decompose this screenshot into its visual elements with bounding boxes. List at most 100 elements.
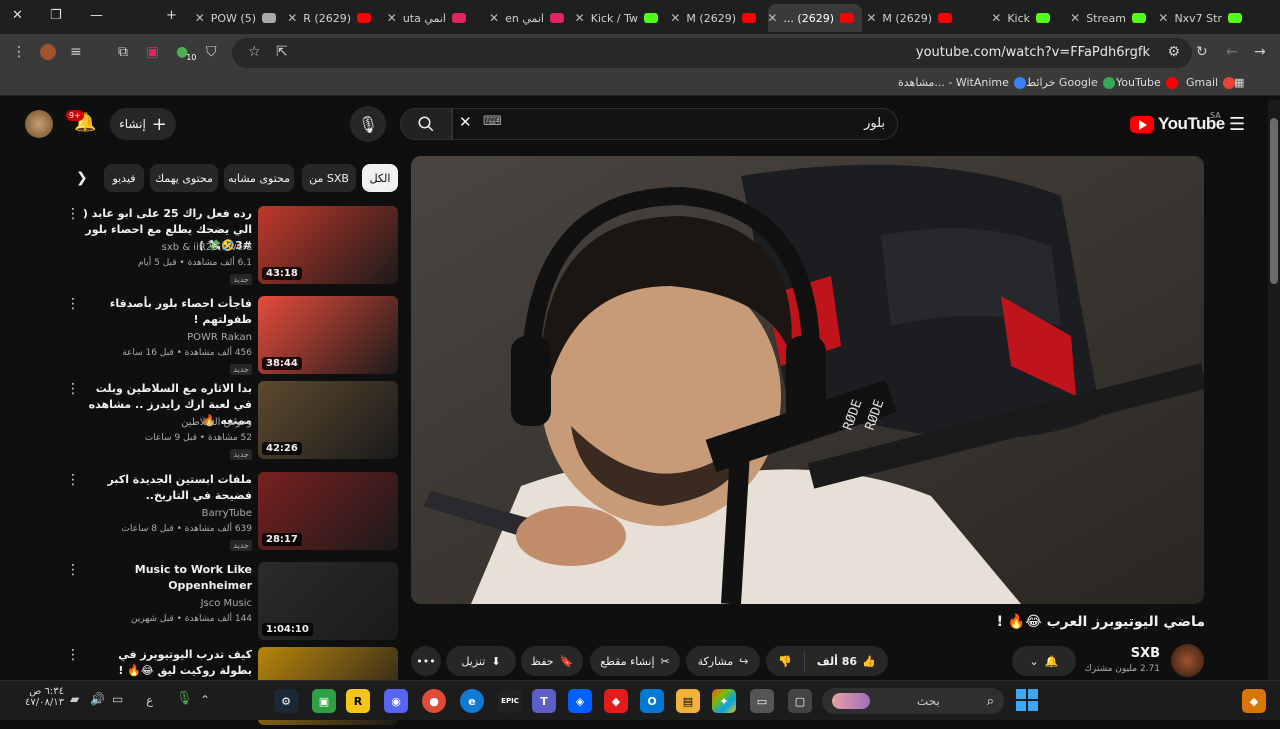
more-vert-icon[interactable]: ⋮: [66, 381, 80, 397]
filter-chip[interactable]: محتوى مشابه: [224, 164, 294, 192]
chrome-icon[interactable]: ●: [422, 689, 446, 713]
edge-icon[interactable]: e: [460, 689, 484, 713]
all-bookmarks-icon[interactable]: ▦: [1234, 76, 1244, 89]
close-tab-icon[interactable]: ✕: [195, 11, 205, 25]
video-thumbnail[interactable]: 38:44: [258, 296, 398, 374]
recommendation-item[interactable]: 38:44 فاجأت احصاء بلور بأصدقاء طفولتهم ! ⋮…: [60, 296, 400, 378]
bookmark-item[interactable]: YouTube: [1116, 76, 1178, 89]
app-icon-green[interactable]: ▣: [312, 689, 336, 713]
restore-window-icon[interactable]: ❐: [50, 8, 62, 23]
save-button[interactable]: 🔖 حفظ: [521, 646, 583, 676]
browser-tab[interactable]: انمي uta ✕: [380, 4, 474, 32]
search-button[interactable]: [400, 108, 452, 140]
recommendation-item[interactable]: 28:17 ملفات ابستين الجديدة اكبر فضيحة في …: [60, 472, 400, 554]
bookmark-item[interactable]: مشاهدة... - WitAnime: [898, 76, 1026, 89]
recommendation-title[interactable]: ملفات ابستين الجديدة اكبر فضيحة في التار…: [82, 472, 252, 504]
video-player[interactable]: RØDE RØDE: [411, 156, 1204, 604]
profile-avatar[interactable]: [40, 44, 56, 60]
close-tab-icon[interactable]: ✕: [866, 11, 876, 25]
taskbar-search[interactable]: بحث ⌕: [822, 688, 1004, 714]
filter-chip[interactable]: الكل: [362, 164, 398, 192]
video-thumbnail[interactable]: 28:17: [258, 472, 398, 550]
close-tab-icon[interactable]: ✕: [489, 11, 499, 25]
language-indicator[interactable]: ع: [146, 693, 153, 707]
bookmark-star-icon[interactable]: ☆: [248, 44, 261, 60]
network-icon[interactable]: ▭: [112, 692, 123, 706]
more-vert-icon[interactable]: ⋮: [66, 647, 80, 663]
close-tab-icon[interactable]: ✕: [1158, 11, 1168, 25]
outlook-icon[interactable]: O: [640, 689, 664, 713]
download-button[interactable]: ⬇ تنزيل: [446, 646, 516, 676]
battery-icon[interactable]: ▰: [70, 692, 79, 706]
recommendation-item[interactable]: 43:18 رده فعل راك 25 على ابو عابد ( الي ي…: [60, 206, 400, 288]
search-query[interactable]: بلور: [864, 116, 885, 131]
page-scrollbar[interactable]: [1268, 100, 1280, 680]
site-settings-icon[interactable]: ⚙: [1167, 44, 1180, 60]
recommendation-channel[interactable]: BarryTube: [202, 508, 252, 519]
menu-icon[interactable]: ⋮: [12, 44, 26, 60]
like-button[interactable]: 👍 86 ألف: [805, 655, 888, 668]
search-input[interactable]: بلور ⌨ ✕: [452, 108, 898, 140]
channel-name[interactable]: SXB: [1131, 646, 1160, 661]
minimize-window-icon[interactable]: —: [90, 8, 103, 23]
app-icon-yellow[interactable]: R: [346, 689, 370, 713]
video-thumbnail[interactable]: 1:04:10: [258, 562, 398, 640]
browser-tab[interactable]: Kick ✕: [964, 4, 1058, 32]
file-explorer-icon[interactable]: ▤: [676, 689, 700, 713]
extensions-icon[interactable]: ⧉: [118, 44, 128, 60]
copilot-icon[interactable]: ✦: [712, 689, 736, 713]
browser-tab[interactable]: (2629) ... ✕: [768, 4, 862, 32]
subscription-bell-button[interactable]: 🔔 ⌄: [1012, 646, 1076, 676]
recommendation-title[interactable]: فاجأت احصاء بلور بأصدقاء طفولتهم !: [82, 296, 252, 328]
microphone-tray-icon[interactable]: 🎙: [176, 691, 193, 706]
recommendation-title[interactable]: كيف تدرب اليوتيوبرز في بطولة روكيت ليق 😂…: [82, 647, 252, 679]
recommendation-item[interactable]: 1:04:10 Music to Work Like Oppenheimer ⋮ Js…: [60, 562, 400, 644]
browser-tab[interactable]: (2629) R ✕: [285, 4, 379, 32]
extension-icon[interactable]: ▣: [146, 44, 159, 60]
open-in-app-icon[interactable]: ⇱: [276, 44, 288, 60]
forward-icon[interactable]: ←: [1226, 44, 1238, 60]
shield-icon[interactable]: ⛉: [206, 44, 217, 60]
dropbox-icon[interactable]: ◈: [568, 689, 592, 713]
more-vert-icon[interactable]: ⋮: [66, 472, 80, 488]
close-tab-icon[interactable]: ✕: [768, 11, 777, 25]
voice-search-button[interactable]: 🎙: [350, 106, 386, 142]
keyboard-icon[interactable]: ⌨: [483, 114, 502, 129]
recommendation-item[interactable]: 42:26 بدا الاثاره مع السلاطين وبلت في لعب…: [60, 381, 400, 463]
recommendation-channel[interactable]: Jsco Music: [201, 598, 252, 609]
recommendation-title[interactable]: Music to Work Like Oppenheimer: [82, 562, 252, 594]
epic-games-icon[interactable]: EPIC: [498, 689, 522, 713]
clock[interactable]: ٦:٣٤ ص ٤٧/٠٨/١٣: [8, 686, 64, 708]
close-tab-icon[interactable]: ✕: [575, 11, 585, 25]
video-thumbnail[interactable]: 42:26: [258, 381, 398, 459]
bookmark-item[interactable]: خرائط Google: [1026, 76, 1115, 89]
chips-next-icon[interactable]: ❯: [76, 170, 88, 186]
create-button[interactable]: إنشاء +: [110, 108, 176, 140]
channel-avatar[interactable]: [1171, 644, 1204, 677]
app-icon-red[interactable]: ◆: [604, 689, 628, 713]
notifications-button[interactable]: 🔔 9+: [66, 110, 96, 133]
clear-search-icon[interactable]: ✕: [459, 113, 472, 131]
browser-tab[interactable]: POW (5) ✕: [190, 4, 284, 32]
browser-tab[interactable]: (2629) M ✕: [670, 4, 764, 32]
recommendation-channel[interactable]: sxb & iiR25 lovers: [162, 242, 252, 253]
browser-tab[interactable]: Kick / Tw ✕: [572, 4, 666, 32]
discord-icon[interactable]: ◉: [384, 689, 408, 713]
browser-tab[interactable]: Stream ✕: [1060, 4, 1154, 32]
filter-chip[interactable]: محتوى يهمك: [150, 164, 218, 192]
close-window-icon[interactable]: ✕: [12, 8, 23, 23]
more-vert-icon[interactable]: ⋮: [66, 562, 80, 578]
scrollbar-thumb[interactable]: [1270, 118, 1278, 284]
extension-badge-icon[interactable]: ●10: [176, 44, 198, 62]
start-button[interactable]: [1014, 687, 1040, 713]
tray-overflow-icon[interactable]: ⌃: [200, 693, 210, 707]
more-vert-icon[interactable]: ⋮: [66, 296, 80, 312]
dislike-button[interactable]: 👎: [766, 655, 804, 668]
close-tab-icon[interactable]: ✕: [991, 11, 1001, 25]
hamburger-menu-icon[interactable]: ☰: [1229, 114, 1245, 135]
close-tab-icon[interactable]: ✕: [287, 11, 297, 25]
recommendation-channel[interactable]: وحوش السلاطين: [181, 417, 252, 428]
browser-tab[interactable]: Nxv7 Str ✕: [1156, 4, 1250, 32]
app-icon-grey[interactable]: ▭: [750, 689, 774, 713]
close-tab-icon[interactable]: ✕: [387, 11, 397, 25]
